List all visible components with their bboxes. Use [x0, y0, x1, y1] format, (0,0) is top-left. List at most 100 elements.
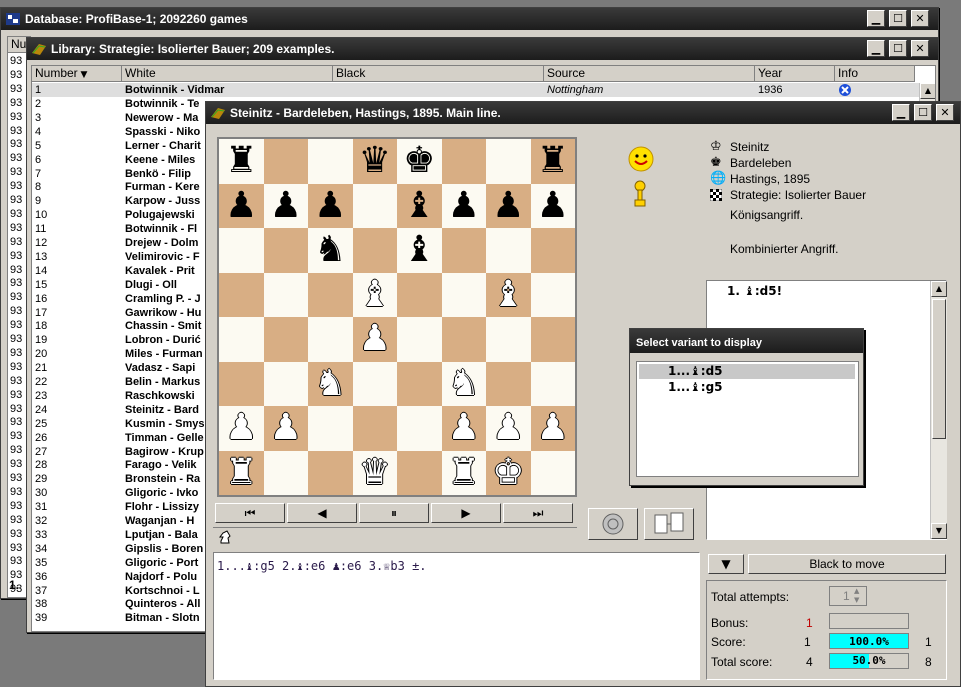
next-move-button[interactable]: ▶ — [431, 503, 501, 523]
white-pawn-icon[interactable]: ♟ — [353, 317, 398, 362]
board-square[interactable] — [308, 317, 353, 362]
board-square[interactable] — [530, 228, 575, 273]
board-square[interactable] — [441, 272, 486, 317]
chessboard[interactable]: ♜ ♛ ♚ ♜ ♟ ♟ ♟ ♝ ♟ ♟ ♟ ♞ ♝ ♝ ♝ ♟ ♞ ♞ ♟ ♟ ♟ ♟ ♟ ♜ ♛ ♜ ♚ — [217, 137, 577, 497]
variant-item[interactable]: 1...♝:d5 — [639, 364, 855, 379]
board-square[interactable] — [397, 272, 442, 317]
variants-button[interactable] — [644, 508, 694, 540]
board-square[interactable] — [263, 228, 308, 273]
board-square[interactable] — [308, 450, 353, 495]
board-square[interactable] — [530, 272, 575, 317]
side-to-move-button[interactable]: Black to move — [748, 554, 946, 574]
column-black[interactable]: Black — [333, 66, 544, 82]
black-pawn-icon[interactable]: ♟ — [486, 184, 531, 229]
white-pawn-icon[interactable]: ♟ — [531, 406, 576, 451]
board-square[interactable] — [441, 228, 486, 273]
column-source[interactable]: Source — [544, 66, 755, 82]
database-titlebar[interactable]: Database: ProfiBase-1; 2092260 games ▁ ☐… — [1, 8, 938, 30]
column-number[interactable]: Number ▼ — [32, 66, 122, 82]
white-pawn-icon[interactable]: ♟ — [264, 406, 309, 451]
maximize-button[interactable]: ☐ — [889, 40, 907, 57]
main-move[interactable]: 1. ♝:d5! — [727, 284, 782, 298]
analysis-panel[interactable]: 1...♝:g5 2.♝:e6 ♟:e6 3.♕b3 ±. — [213, 552, 700, 680]
white-pawn-icon[interactable]: ♟ — [486, 406, 531, 451]
black-bishop-icon[interactable]: ♝ — [397, 184, 442, 229]
white-pawn-icon[interactable]: ♟ — [219, 406, 264, 451]
board-square[interactable] — [530, 317, 575, 362]
black-rook-icon[interactable]: ♜ — [531, 139, 576, 184]
moves-scrollbar[interactable]: ▲ ▼ — [930, 281, 947, 539]
scroll-up-icon[interactable]: ▲ — [920, 83, 935, 99]
board-square[interactable] — [397, 450, 442, 495]
black-pawn-icon[interactable]: ♟ — [442, 184, 487, 229]
white-bishop-icon[interactable]: ♝ — [486, 273, 531, 318]
board-square[interactable] — [530, 361, 575, 406]
minimize-button[interactable]: ▁ — [867, 10, 885, 27]
column-info[interactable]: Info — [835, 66, 915, 82]
last-move-button[interactable]: ⏭ — [503, 503, 573, 523]
board-square[interactable] — [486, 139, 531, 184]
board-square[interactable] — [441, 317, 486, 362]
board-square[interactable] — [308, 406, 353, 451]
white-queen-icon[interactable]: ♛ — [353, 451, 398, 496]
column-year[interactable]: Year — [755, 66, 835, 82]
board-square[interactable] — [263, 272, 308, 317]
board-square[interactable] — [219, 272, 264, 317]
board-square[interactable] — [263, 450, 308, 495]
white-knight-icon[interactable]: ♞ — [308, 362, 353, 407]
black-bishop-icon[interactable]: ♝ — [397, 228, 442, 273]
board-square[interactable] — [486, 317, 531, 362]
board-square[interactable] — [263, 139, 308, 184]
board-square[interactable] — [397, 361, 442, 406]
board-square[interactable] — [486, 361, 531, 406]
library-titlebar[interactable]: Library: Strategie: Isolierter Bauer; 20… — [27, 38, 938, 60]
white-rook-icon[interactable]: ♜ — [442, 451, 487, 496]
close-button[interactable]: ✕ — [911, 40, 929, 57]
dropdown-arrow-button[interactable]: ▼ — [708, 554, 744, 574]
pause-button[interactable]: ⏸ — [359, 503, 429, 523]
white-knight-icon[interactable]: ♞ — [442, 362, 487, 407]
table-row[interactable]: 1 Botwinnik - Vidmar Nottingham 1936 — [32, 83, 935, 97]
board-square[interactable] — [263, 317, 308, 362]
white-pawn-icon[interactable]: ♟ — [442, 406, 487, 451]
black-rook-icon[interactable]: ♜ — [219, 139, 264, 184]
board-square[interactable] — [352, 361, 397, 406]
black-queen-icon[interactable]: ♛ — [353, 139, 398, 184]
black-king-icon[interactable]: ♚ — [397, 139, 442, 184]
variant-dialog-titlebar[interactable]: Select variant to display — [630, 329, 863, 353]
prev-move-button[interactable]: ◀ — [287, 503, 357, 523]
close-button[interactable]: ✕ — [936, 104, 954, 121]
board-square[interactable] — [530, 450, 575, 495]
board-square[interactable] — [397, 406, 442, 451]
black-pawn-icon[interactable]: ♟ — [531, 184, 576, 229]
board-square[interactable] — [263, 361, 308, 406]
scroll-down-icon[interactable]: ▼ — [931, 523, 947, 539]
info-icon[interactable] — [838, 83, 852, 97]
board-square[interactable] — [308, 139, 353, 184]
minimize-button[interactable]: ▁ — [867, 40, 885, 57]
scroll-up-icon[interactable]: ▲ — [931, 281, 947, 297]
hint-button[interactable] — [588, 508, 638, 540]
board-square[interactable] — [219, 228, 264, 273]
black-knight-icon[interactable]: ♞ — [308, 228, 353, 273]
variant-list[interactable]: 1...♝:d5 1...♝:g5 — [636, 361, 859, 477]
game-titlebar[interactable]: Steinitz - Bardeleben, Hastings, 1895. M… — [206, 102, 960, 124]
maximize-button[interactable]: ☐ — [889, 10, 907, 27]
white-bishop-icon[interactable]: ♝ — [353, 273, 398, 318]
board-square[interactable] — [352, 183, 397, 228]
spinner-arrows-icon[interactable]: ▲ ▼ — [854, 587, 859, 605]
white-king-icon[interactable]: ♚ — [486, 451, 531, 496]
board-square[interactable] — [352, 406, 397, 451]
column-white[interactable]: White — [122, 66, 333, 82]
board-square[interactable] — [219, 361, 264, 406]
board-square[interactable] — [308, 272, 353, 317]
black-pawn-icon[interactable]: ♟ — [264, 184, 309, 229]
white-rook-icon[interactable]: ♜ — [219, 451, 264, 496]
board-square[interactable] — [441, 139, 486, 184]
black-pawn-icon[interactable]: ♟ — [219, 184, 264, 229]
attempts-spinner[interactable]: 1 ▲ ▼ — [829, 586, 867, 606]
scroll-thumb[interactable] — [932, 299, 946, 439]
close-button[interactable]: ✕ — [911, 10, 929, 27]
board-square[interactable] — [397, 317, 442, 362]
variant-item[interactable]: 1...♝:g5 — [639, 380, 855, 395]
